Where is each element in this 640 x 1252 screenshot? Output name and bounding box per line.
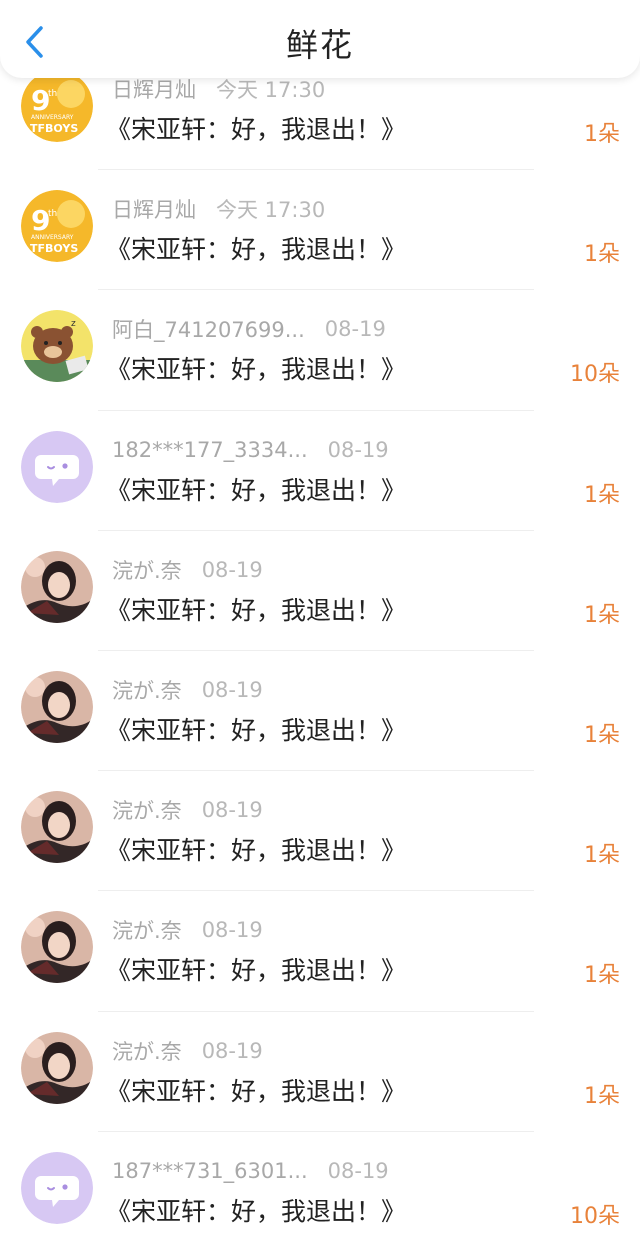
svg-text:z: z [71,319,76,329]
message-text: 《宋亚轩：好，我退出！》 [106,956,407,986]
message-text: 《宋亚轩：好，我退出！》 [106,1196,407,1226]
user-name[interactable]: 浣が.奈 [112,915,182,945]
message-text: 《宋亚轩：好，我退出！》 [106,715,407,745]
avatar[interactable] [21,1151,93,1224]
flower-count: 1朵 [584,843,620,869]
svg-text:th: th [48,209,57,219]
svg-text:TFBOYS: TFBOYS [30,242,78,255]
message-text: 《宋亚轩：好，我退出！》 [106,235,407,265]
timestamp: 08-19 [327,1158,389,1183]
timestamp: 今天 17:30 [216,198,326,223]
user-name[interactable]: 阿白_741207699... [112,314,305,344]
chat-bubble-icon [21,430,93,503]
flower-count: 1朵 [584,242,620,268]
avatar[interactable]: 9 th ANNIVERSARY TFBOYS [21,70,93,142]
gift-list: 9 th ANNIVERSARY TFBOYS 日辉月灿 今天 17:30 《宋… [0,50,640,1252]
flower-count: 1朵 [584,722,620,748]
list-item[interactable]: 浣が.奈 08-19 《宋亚轩：好，我退出！》 1朵 [0,891,640,1012]
timestamp: 08-19 [324,317,386,342]
user-name[interactable]: 日辉月灿 [112,194,196,224]
flower-count: 1朵 [584,602,620,628]
list-item[interactable]: 9 th ANNIVERSARY TFBOYS 日辉月灿 今天 17:30 《宋… [0,170,640,291]
user-name[interactable]: 浣が.奈 [112,555,182,585]
avatar[interactable] [21,791,93,864]
user-name[interactable]: 浣が.奈 [112,675,182,705]
avatar[interactable] [21,1031,93,1104]
user-name[interactable]: 182***177_3334... [112,438,308,462]
timestamp: 今天 17:30 [216,78,326,102]
user-name[interactable]: 187***731_6301... [112,1159,308,1183]
message-text: 《宋亚轩：好，我退出！》 [106,836,407,866]
message-text: 《宋亚轩：好，我退出！》 [106,595,407,625]
timestamp: 08-19 [327,437,389,462]
timestamp: 08-19 [201,798,263,823]
timestamp: 08-19 [201,557,263,582]
user-name[interactable]: 浣が.奈 [112,1036,182,1066]
avatar[interactable] [21,430,93,503]
flower-count: 1朵 [584,963,620,989]
avatar[interactable]: z [21,310,93,383]
avatar[interactable] [21,550,93,623]
flower-count: 1朵 [584,482,620,508]
message-text: 《宋亚轩：好，我退出！》 [106,1076,407,1106]
list-item[interactable]: 182***177_3334... 08-19 《宋亚轩：好，我退出！》 1朵 [0,411,640,531]
timestamp: 08-19 [201,677,263,702]
list-item[interactable]: 浣が.奈 08-19 《宋亚轩：好，我退出！》 1朵 [0,1012,640,1132]
avatar[interactable]: 9 th ANNIVERSARY TFBOYS [21,190,93,263]
list-item[interactable]: 浣が.奈 08-19 《宋亚轩：好，我退出！》 1朵 [0,531,640,651]
flower-count: 1朵 [584,1083,620,1109]
timestamp: 08-19 [201,918,263,943]
message-text: 《宋亚轩：好，我退出！》 [106,475,407,505]
page-title: 鲜花 [285,26,354,64]
message-text: 《宋亚轩：好，我退出！》 [106,115,407,144]
svg-text:th: th [48,89,57,99]
list-item[interactable]: 浣が.奈 08-19 《宋亚轩：好，我退出！》 1朵 [0,771,640,892]
svg-text:ANNIVERSARY: ANNIVERSARY [31,114,74,121]
list-item[interactable]: z 阿白_741207699... 08-19 《宋亚轩：好，我退出！》 10朵 [0,290,640,411]
chat-bubble-icon [21,1151,93,1224]
svg-text:TFBOYS: TFBOYS [30,122,78,135]
svg-text:ANNIVERSARY: ANNIVERSARY [31,234,74,241]
avatar[interactable] [21,670,93,743]
flower-count: 1朵 [584,122,620,147]
user-name[interactable]: 日辉月灿 [112,74,196,104]
user-name[interactable]: 浣が.奈 [112,795,182,825]
flower-count: 10朵 [570,1203,620,1229]
flower-count: 10朵 [570,362,620,388]
top-bar: 鲜花 [0,0,640,78]
message-text: 《宋亚轩：好，我退出！》 [106,355,407,385]
timestamp: 08-19 [201,1038,263,1063]
list-item[interactable]: 187***731_6301... 08-19 《宋亚轩：好，我退出！》 10朵 [0,1132,640,1252]
avatar[interactable] [21,911,93,984]
list-item[interactable]: 浣が.奈 08-19 《宋亚轩：好，我退出！》 1朵 [0,651,640,772]
